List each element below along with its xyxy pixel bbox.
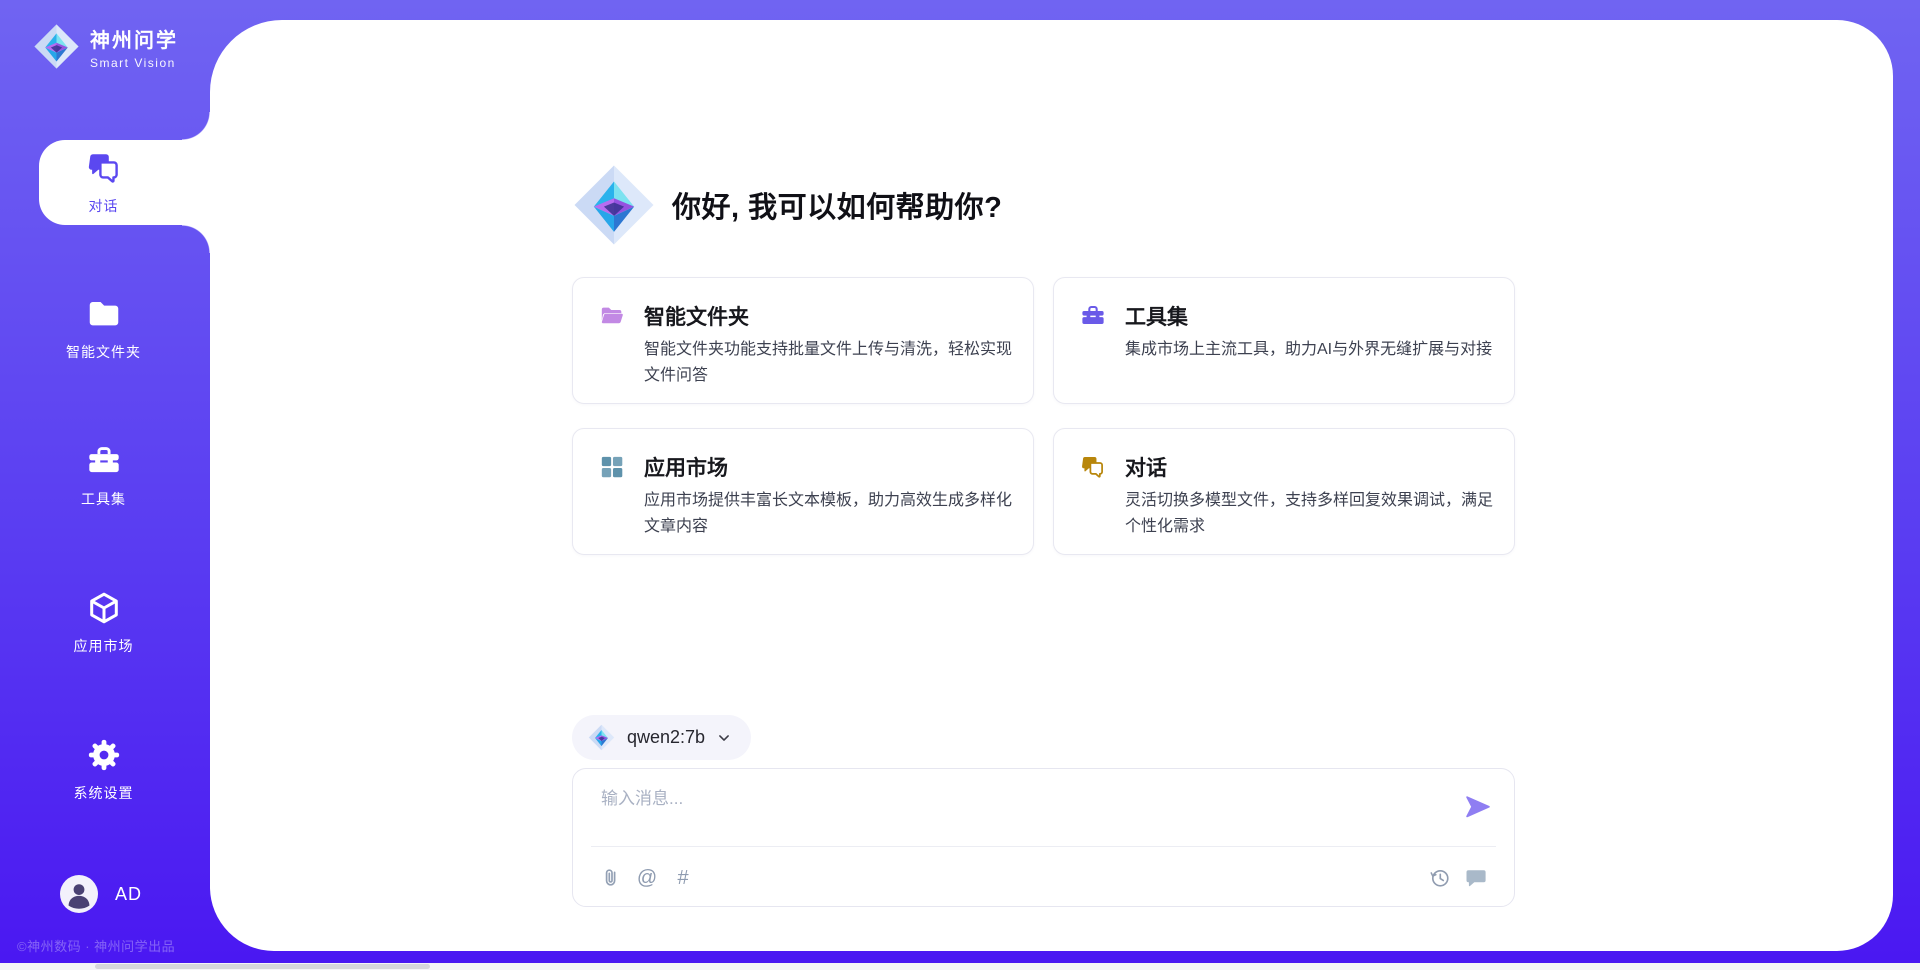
sidebar-item-smart-folder[interactable]: 智能文件夹 [0, 296, 207, 362]
card-toolset[interactable]: 工具集 集成市场上主流工具，助力AI与外界无缝扩展与对接 [1053, 277, 1515, 404]
card-title: 应用市场 [644, 452, 728, 482]
sidebar-item-label: 系统设置 [0, 783, 207, 803]
sidebar-item-toolset[interactable]: 工具集 [0, 443, 207, 509]
user-initials: AD [115, 884, 142, 905]
card-description: 灵活切换多模型文件，支持多样回复效果调试，满足个性化需求 [1125, 488, 1497, 540]
hash-icon[interactable]: # [671, 866, 695, 890]
horizontal-scrollbar[interactable] [0, 963, 1920, 970]
brand-tagline: Smart Vision [90, 56, 178, 70]
card-app-market[interactable]: 应用市场 应用市场提供丰富长文本模板，助力高效生成多样化文章内容 [572, 428, 1034, 555]
main-panel: 你好, 我可以如何帮助你? 智能文件夹 智能文件夹功能支持批量文件上传与清洗，轻… [210, 20, 1893, 951]
brand-name: 神州问学 [90, 24, 178, 53]
card-description: 智能文件夹功能支持批量文件上传与清洗，轻松实现文件问答 [644, 337, 1016, 389]
greeting-title: 你好, 我可以如何帮助你? [672, 184, 1002, 226]
tab-fillet-top [182, 112, 210, 140]
scrollbar-thumb[interactable] [95, 964, 430, 969]
card-smart-folder[interactable]: 智能文件夹 智能文件夹功能支持批量文件上传与清洗，轻松实现文件问答 [572, 277, 1034, 404]
card-title: 工具集 [1125, 301, 1188, 331]
folder-icon [86, 296, 122, 332]
card-title: 智能文件夹 [644, 301, 749, 331]
sidebar-item-settings[interactable]: 系统设置 [0, 737, 207, 803]
message-input[interactable] [601, 784, 1441, 836]
cube-icon [86, 590, 122, 626]
grid-icon [599, 454, 625, 480]
user-account[interactable]: AD [60, 875, 142, 913]
toolbox-icon [1080, 303, 1106, 329]
at-icon[interactable]: @ [635, 866, 659, 890]
greeting-block: 你好, 我可以如何帮助你? [572, 163, 1002, 247]
gear-icon [86, 737, 122, 773]
sidebar-item-chat[interactable]: 对话 [0, 150, 207, 216]
copyright-footer: ©神州数码 · 神州问学出品 [17, 936, 207, 955]
person-icon [60, 875, 98, 913]
tab-fillet-bottom [182, 225, 210, 253]
message-composer: @ # [572, 768, 1515, 907]
model-selector[interactable]: qwen2:7b [572, 715, 751, 760]
composer-divider [591, 846, 1496, 847]
card-title: 对话 [1125, 452, 1167, 482]
diamond-icon [572, 163, 656, 247]
chat-icon [1080, 454, 1106, 480]
sidebar-item-label: 工具集 [0, 489, 207, 509]
card-description: 应用市场提供丰富长文本模板，助力高效生成多样化文章内容 [644, 488, 1016, 540]
model-name: qwen2:7b [627, 727, 705, 748]
history-icon[interactable] [1428, 866, 1452, 890]
paperclip-icon[interactable] [599, 866, 623, 890]
sidebar-item-app-market[interactable]: 应用市场 [0, 590, 207, 656]
card-chat[interactable]: 对话 灵活切换多模型文件，支持多样回复效果调试，满足个性化需求 [1053, 428, 1515, 555]
feature-cards: 智能文件夹 智能文件夹功能支持批量文件上传与清洗，轻松实现文件问答 工具 [572, 277, 1515, 555]
card-description: 集成市场上主流工具，助力AI与外界无缝扩展与对接 [1125, 337, 1497, 363]
chevron-down-icon [715, 729, 733, 747]
folder-open-icon [599, 303, 625, 329]
app-window: 你好, 我可以如何帮助你? 智能文件夹 智能文件夹功能支持批量文件上传与清洗，轻… [0, 0, 1920, 970]
send-icon[interactable] [1464, 793, 1492, 821]
sidebar-item-label: 智能文件夹 [0, 342, 207, 362]
chat-icon [86, 150, 122, 186]
toolbox-icon [86, 443, 122, 479]
diamond-icon [588, 724, 615, 751]
sidebar-item-label: 对话 [0, 196, 207, 216]
chat-bubble-icon[interactable] [1464, 866, 1488, 890]
diamond-icon [33, 23, 80, 70]
sidebar: 神州问学 Smart Vision 对话 智能文件夹 [0, 0, 210, 970]
brand-logo: 神州问学 Smart Vision [33, 23, 178, 70]
sidebar-item-label: 应用市场 [0, 636, 207, 656]
